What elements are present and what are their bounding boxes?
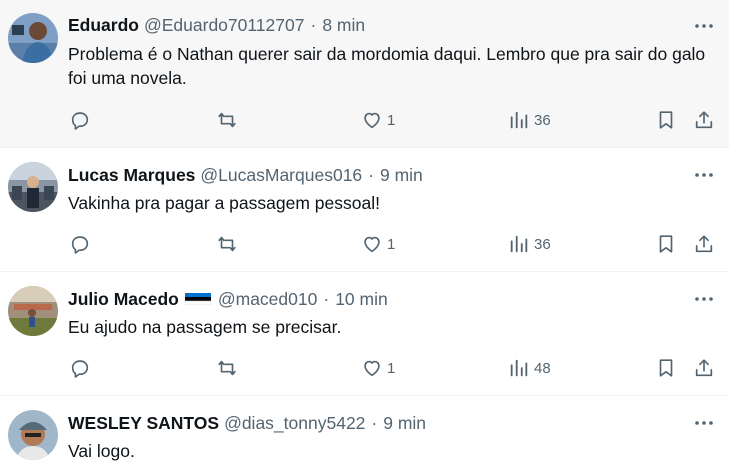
tweet-item[interactable]: WESLEY SANTOS @dias_tonny5422 · 9 min Va… [0,396,729,475]
action-bar: 1 48 [0,356,729,380]
bookmark-icon [655,233,677,255]
views-bar-chart-icon [508,357,530,379]
more-dots-icon[interactable] [694,16,714,36]
avatar[interactable] [8,286,58,336]
retweet-icon [216,357,238,379]
more-dots-icon[interactable] [694,165,714,185]
like-button[interactable]: 1 [361,356,395,380]
more-dots-icon[interactable] [694,289,714,309]
view-count: 36 [534,235,551,253]
estonia-flag-icon [184,293,211,305]
reply-bubble-icon [69,357,91,379]
share-button[interactable] [693,232,715,256]
separator-dot: · [323,288,330,309]
timestamp[interactable]: 9 min [380,165,423,186]
reply-button[interactable] [69,108,91,132]
like-count: 1 [387,359,396,377]
bookmark-icon [655,109,677,131]
more-dots-icon[interactable] [694,413,714,433]
bookmark-button[interactable] [655,356,677,380]
view-count: 36 [534,111,551,129]
views-bar-chart-icon [508,109,530,131]
tweet-text: Eu ajudo na passagem se precisar. [68,317,342,337]
author-name[interactable]: WESLEY SANTOS [68,413,219,434]
timestamp[interactable]: 10 min [335,289,388,310]
tweet-text: Vai logo. [68,441,135,461]
share-upload-icon [693,109,715,131]
view-count: 48 [534,359,551,377]
tweet-text: Problema é o Nathan querer sair da mordo… [68,44,706,88]
reply-button[interactable] [69,232,91,256]
author-name[interactable]: Lucas Marques [68,165,195,186]
author-handle[interactable]: @maced010 [218,289,318,310]
tweet-item[interactable]: Lucas Marques @LucasMarques016 · 9 min V… [0,148,729,271]
share-button[interactable] [693,108,715,132]
author-handle[interactable]: @dias_tonny5422 [224,413,365,434]
like-button[interactable]: 1 [361,108,395,132]
bookmark-button[interactable] [655,108,677,132]
timestamp[interactable]: 8 min [322,15,365,36]
separator-dot: · [371,412,378,433]
heart-icon [361,109,383,131]
tweet-text: Vakinha pra pagar a passagem pessoal! [68,193,380,213]
retweet-icon [216,109,238,131]
views-bar-chart-icon [508,233,530,255]
bookmark-icon [655,357,677,379]
retweet-button[interactable] [216,108,238,132]
bookmark-button[interactable] [655,232,677,256]
tweet-item[interactable]: Eduardo @Eduardo70112707 · 8 min Problem… [0,0,729,147]
reply-bubble-icon [69,109,91,131]
separator-dot: · [368,164,374,185]
tweet-item[interactable]: Julio Macedo @maced010 · 10 min Eu ajudo… [0,272,729,395]
retweet-button[interactable] [216,232,238,256]
action-bar: 1 36 [0,232,729,256]
reply-button[interactable] [69,356,91,380]
like-count: 1 [387,111,396,129]
like-count: 1 [387,235,396,253]
author-name[interactable]: Julio Macedo [68,289,179,310]
heart-icon [361,357,383,379]
author-handle[interactable]: @LucasMarques016 [200,165,362,186]
retweet-button[interactable] [216,356,238,380]
action-bar: 1 36 [0,108,729,132]
views-button[interactable]: 36 [508,232,551,256]
timestamp[interactable]: 9 min [383,413,426,434]
views-button[interactable]: 48 [508,356,551,380]
heart-icon [361,233,383,255]
like-button[interactable]: 1 [361,232,395,256]
avatar[interactable] [8,162,58,212]
share-upload-icon [693,233,715,255]
author-handle[interactable]: @Eduardo70112707 [144,15,305,36]
views-button[interactable]: 36 [508,108,551,132]
reply-bubble-icon [69,233,91,255]
avatar[interactable] [8,13,58,63]
avatar[interactable] [8,410,58,460]
retweet-icon [216,233,238,255]
share-button[interactable] [693,356,715,380]
separator-dot: · [310,14,317,35]
share-upload-icon [693,357,715,379]
author-name[interactable]: Eduardo [68,15,139,36]
